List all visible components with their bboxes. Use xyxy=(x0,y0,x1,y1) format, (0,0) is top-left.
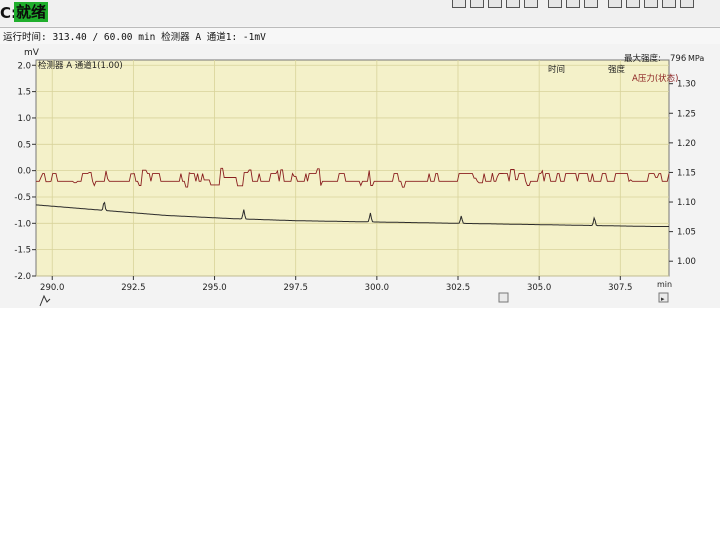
toolbar-icon-9[interactable] xyxy=(608,0,622,8)
y-tick-label-7: -1.5 xyxy=(14,246,31,256)
y-tick-label-3: 0.5 xyxy=(17,140,31,150)
x-tick-label-4: 300.0 xyxy=(365,283,389,293)
x-tick-label-0: 290.0 xyxy=(40,283,64,293)
y-tick-label-4: 0.0 xyxy=(17,167,31,177)
y2-tick-label-1: 1.25 xyxy=(677,109,696,119)
y-tick-label-8: -2.0 xyxy=(14,272,31,282)
y-axis-label: mV xyxy=(24,48,40,58)
x-axis: 290.0 292.5 295.0 297.5 300.0 302.5 305.0 307.5 xyxy=(40,276,632,293)
toolbar-icon-1[interactable] xyxy=(452,0,466,8)
y2-tick-label-3: 1.15 xyxy=(677,168,696,178)
toolbar-icon-7[interactable] xyxy=(566,0,580,8)
cursor-marker-icon xyxy=(39,294,51,307)
y-axis-left: 2.0 1.5 1.0 0.5 0.0 -0.5 -1.0 -1.5 -2.0 xyxy=(14,61,36,282)
y-axis-right: 1.30 1.25 1.20 1.15 1.10 1.05 1.00 xyxy=(669,80,696,267)
chromatogram-panel: 2.0 1.5 1.0 0.5 0.0 -0.5 -1.0 -1.5 -2.0 1.30 1.25… xyxy=(0,44,720,308)
toolbar-icon-2[interactable] xyxy=(470,0,484,8)
max-intensity-value: 796 xyxy=(670,54,686,64)
y2-tick-label-2: 1.20 xyxy=(677,139,696,149)
legend-intensity-header: 强度 xyxy=(608,64,626,75)
right-axis-unit: MPa xyxy=(688,54,704,63)
y2-tick-label-0: 1.30 xyxy=(677,80,696,90)
y-tick-label-6: -1.0 xyxy=(14,219,31,229)
toolbar-icon-4[interactable] xyxy=(506,0,520,8)
chromatogram-chart[interactable]: 2.0 1.5 1.0 0.5 0.0 -0.5 -1.0 -1.5 -2.0 1.30 1.25… xyxy=(0,44,720,308)
toolbar-icon-13[interactable] xyxy=(680,0,694,8)
x-tick-label-7: 307.5 xyxy=(608,283,632,293)
toolbar-icon-11[interactable] xyxy=(644,0,658,8)
y2-tick-label-6: 1.00 xyxy=(677,257,696,267)
plot-area xyxy=(35,59,670,277)
toolbar-icon-6[interactable] xyxy=(548,0,562,8)
runtime-readout: 运行时间: 313.40 / 60.00 min 检测器 A 通道1: -1mV xyxy=(3,32,266,43)
y-tick-label-0: 2.0 xyxy=(17,61,31,71)
x-tick-label-2: 295.0 xyxy=(202,283,226,293)
y2-tick-label-5: 1.05 xyxy=(677,228,696,238)
max-intensity-label: 最大强度: xyxy=(624,53,661,64)
x-tick-label-5: 302.5 xyxy=(446,283,470,293)
x-tick-label-3: 297.5 xyxy=(284,283,308,293)
toolbar-strip: C: 就绪 xyxy=(0,0,720,26)
x-tick-label-6: 305.0 xyxy=(527,283,551,293)
toolbar-icon-12[interactable] xyxy=(662,0,676,8)
y-tick-label-1: 1.5 xyxy=(17,88,31,98)
legend-pressure: A压力(状态) xyxy=(632,73,678,84)
scroll-left-button[interactable] xyxy=(498,292,509,303)
legend-time-header: 时间 xyxy=(548,64,565,75)
toolbar-icon-3[interactable] xyxy=(488,0,502,8)
x-tick-label-1: 292.5 xyxy=(121,283,145,293)
toolbar-icon-5[interactable] xyxy=(524,0,538,8)
x-axis-unit: min xyxy=(657,280,672,289)
instrument-screen: C: 就绪 运行时间: 313.40 / 60.00 min 检测器 A 通道1… xyxy=(0,0,720,308)
y-tick-label-2: 1.0 xyxy=(17,114,31,124)
scroll-right-arrow-icon: ▸ xyxy=(661,295,665,303)
toolbar-icon-10[interactable] xyxy=(626,0,640,8)
y2-tick-label-4: 1.10 xyxy=(677,198,696,208)
legend-channel: 检测器 A 通道1(1.00) xyxy=(38,60,123,71)
status-badge: 就绪 xyxy=(14,2,49,22)
runtime-bar: 运行时间: 313.40 / 60.00 min 检测器 A 通道1: -1mV xyxy=(0,27,720,44)
y-tick-label-5: -0.5 xyxy=(14,193,31,203)
toolbar-icon-8[interactable] xyxy=(584,0,598,8)
